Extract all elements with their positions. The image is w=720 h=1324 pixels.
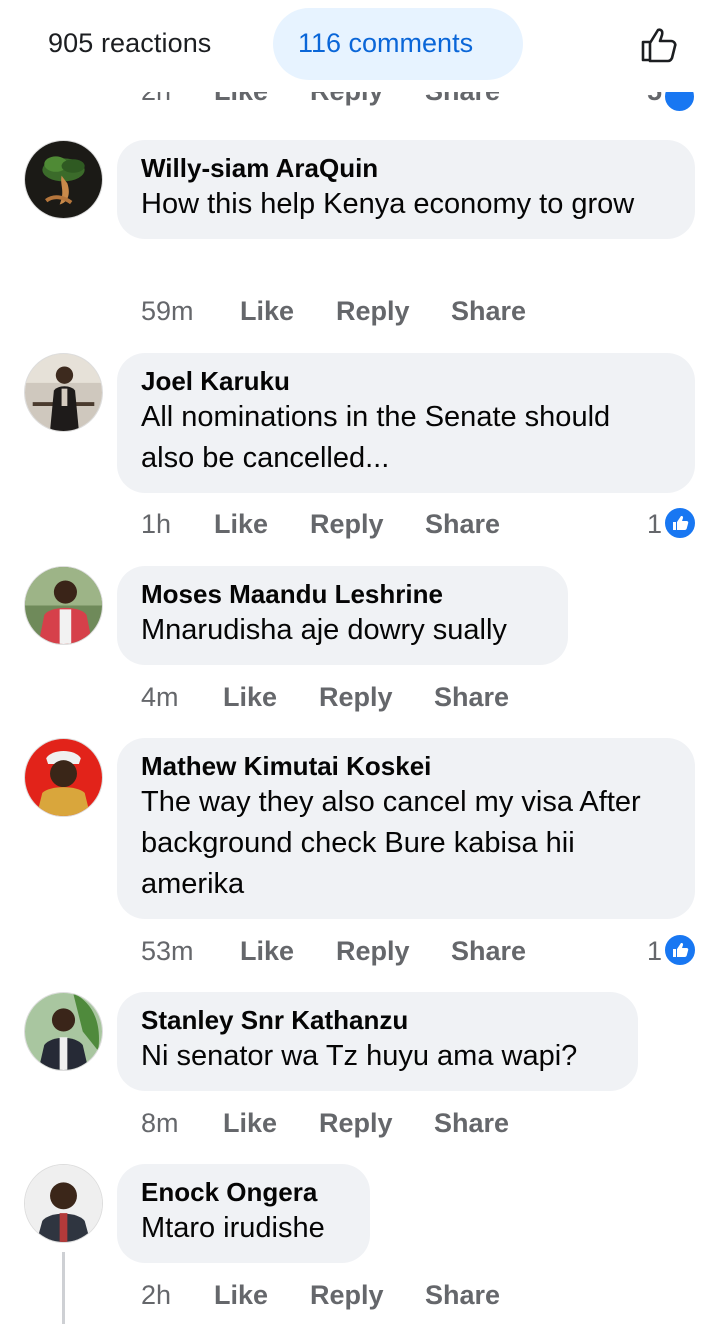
comment-text: Mtaro irudishe xyxy=(141,1212,325,1244)
comment-time: 1h xyxy=(141,509,172,539)
comment-author[interactable]: Moses Maandu Leshrine xyxy=(141,579,544,609)
comment-time: 8m xyxy=(141,1108,179,1138)
comments-header: 905 reactions 116 comments xyxy=(0,0,720,92)
comment-text: How this help Kenya economy to grow xyxy=(141,188,635,220)
comment-bubble[interactable]: Mathew Kimutai Koskei The way they also … xyxy=(117,738,695,919)
comment-time: 53m xyxy=(141,936,194,966)
avatar[interactable] xyxy=(24,1164,103,1243)
comment-bubble[interactable]: Joel Karuku All nominations in the Senat… xyxy=(117,353,695,493)
like-action[interactable]: Like xyxy=(240,931,294,971)
comment-time: 2h xyxy=(141,1280,172,1310)
comment-text: All nominations in the Senate should als… xyxy=(141,401,611,474)
comments-tab[interactable]: 116 comments xyxy=(273,8,523,80)
comment-bubble[interactable]: Moses Maandu Leshrine Mnarudisha aje dow… xyxy=(117,566,568,665)
comment-text: Ni senator wa Tz huyu ama wapi? xyxy=(141,1040,578,1072)
comment-author[interactable]: Joel Karuku xyxy=(141,366,671,396)
comment-bubble[interactable]: Enock Ongera Mtaro irudishe xyxy=(117,1164,370,1263)
like-action[interactable]: Like xyxy=(214,1275,268,1315)
reply-action[interactable]: Reply xyxy=(319,1103,393,1143)
share-action[interactable]: Share xyxy=(451,291,526,331)
avatar[interactable] xyxy=(24,992,103,1071)
avatar[interactable] xyxy=(24,738,103,817)
like-action[interactable]: Like xyxy=(240,291,294,331)
like-action[interactable]: Like xyxy=(223,1103,277,1143)
comment-time: 59m xyxy=(141,296,194,326)
reactions-count[interactable]: 905 reactions xyxy=(48,28,211,59)
like-reaction-icon xyxy=(663,506,697,540)
share-action[interactable]: Share xyxy=(434,1103,509,1143)
like-action[interactable]: Like xyxy=(214,504,268,544)
thumbs-up-outline-icon[interactable] xyxy=(638,24,680,66)
share-action[interactable]: Share xyxy=(425,1275,500,1315)
reply-thread-line xyxy=(62,1252,65,1324)
reply-action[interactable]: Reply xyxy=(319,677,393,717)
reaction-count[interactable]: 1 xyxy=(647,504,662,544)
avatar[interactable] xyxy=(24,140,103,219)
avatar[interactable] xyxy=(24,353,103,432)
reply-action[interactable]: Reply xyxy=(310,504,384,544)
share-action[interactable]: Share xyxy=(434,677,509,717)
comment-author[interactable]: Mathew Kimutai Koskei xyxy=(141,751,671,781)
like-reaction-icon xyxy=(663,933,697,967)
reply-action[interactable]: Reply xyxy=(310,1275,384,1315)
comment-author[interactable]: Enock Ongera xyxy=(141,1177,346,1207)
comment-text: The way they also cancel my visa After b… xyxy=(141,786,641,900)
reply-action[interactable]: Reply xyxy=(336,291,410,331)
comment-bubble[interactable]: Stanley Snr Kathanzu Ni senator wa Tz hu… xyxy=(117,992,638,1091)
reaction-count[interactable]: 1 xyxy=(647,931,662,971)
comments-tab-label: 116 comments xyxy=(298,28,474,58)
comment-time: 4m xyxy=(141,682,179,712)
comment-bubble[interactable]: Willy-siam AraQuin How this help Kenya e… xyxy=(117,140,695,239)
like-action[interactable]: Like xyxy=(223,677,277,717)
reply-action[interactable]: Reply xyxy=(336,931,410,971)
comment-text: Mnarudisha aje dowry sually xyxy=(141,614,507,646)
share-action[interactable]: Share xyxy=(451,931,526,971)
comment-author[interactable]: Willy-siam AraQuin xyxy=(141,153,671,183)
avatar[interactable] xyxy=(24,566,103,645)
share-action[interactable]: Share xyxy=(425,504,500,544)
comment-author[interactable]: Stanley Snr Kathanzu xyxy=(141,1005,614,1035)
